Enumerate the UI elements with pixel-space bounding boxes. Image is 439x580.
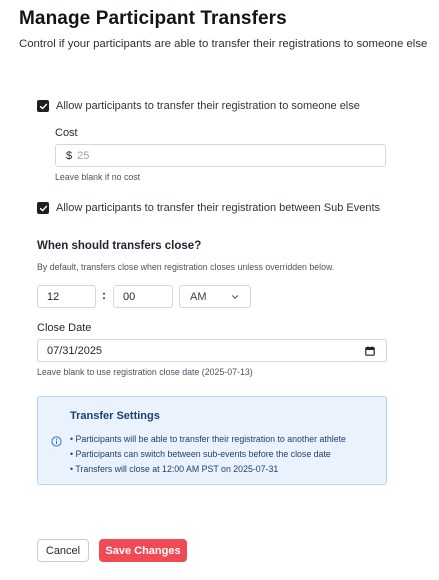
period-select[interactable]: AM bbox=[179, 285, 251, 308]
cost-field[interactable]: $ bbox=[55, 144, 386, 167]
minute-input[interactable]: 00 bbox=[113, 285, 173, 308]
close-date-label: Close Date bbox=[37, 322, 92, 334]
currency-prefix: $ bbox=[66, 149, 73, 162]
transfer-option-row[interactable]: Allow participants to transfer their reg… bbox=[37, 100, 360, 112]
transfer-checkbox[interactable] bbox=[37, 100, 49, 112]
transfer-settings-panel: Transfer Settings • Participants will be… bbox=[37, 396, 387, 485]
sub-event-option-row[interactable]: Allow participants to transfer their reg… bbox=[37, 202, 380, 214]
sub-event-checkbox[interactable] bbox=[37, 202, 49, 214]
close-date-value: 07/31/2025 bbox=[47, 344, 103, 357]
transfer-settings-title: Transfer Settings bbox=[70, 410, 160, 422]
close-date-input[interactable]: 07/31/2025 bbox=[37, 339, 387, 362]
period-value: AM bbox=[190, 290, 207, 303]
list-item: • Participants can switch between sub-ev… bbox=[70, 449, 331, 459]
calendar-icon[interactable] bbox=[365, 346, 375, 356]
hour-input[interactable]: 12 bbox=[37, 285, 96, 308]
cost-label: Cost bbox=[55, 127, 78, 139]
list-item: • Transfers will close at 12:00 AM PST o… bbox=[70, 464, 279, 474]
check-icon bbox=[39, 103, 47, 109]
page-subtitle: Control if your participants are able to… bbox=[19, 38, 428, 50]
save-changes-button[interactable]: Save Changes bbox=[99, 539, 187, 562]
cancel-button[interactable]: Cancel bbox=[37, 539, 89, 562]
list-item: • Participants will be able to transfer … bbox=[70, 434, 346, 444]
cost-input[interactable] bbox=[77, 149, 358, 162]
time-separator: : bbox=[102, 288, 106, 302]
chevron-down-icon bbox=[232, 295, 238, 299]
page-title: Manage Participant Transfers bbox=[19, 8, 287, 29]
info-circle-icon bbox=[51, 436, 62, 447]
check-icon bbox=[39, 205, 47, 211]
transfer-close-help: By default, transfers close when registr… bbox=[37, 262, 335, 272]
transfer-option-label: Allow participants to transfer their reg… bbox=[56, 100, 360, 112]
close-date-help: Leave blank to use registration close da… bbox=[37, 367, 253, 377]
cost-help: Leave blank if no cost bbox=[55, 172, 141, 182]
transfer-close-heading: When should transfers close? bbox=[37, 240, 202, 252]
transfer-settings-list: • Participants will be able to transfer … bbox=[70, 432, 346, 477]
sub-event-option-label: Allow participants to transfer their reg… bbox=[56, 202, 381, 214]
